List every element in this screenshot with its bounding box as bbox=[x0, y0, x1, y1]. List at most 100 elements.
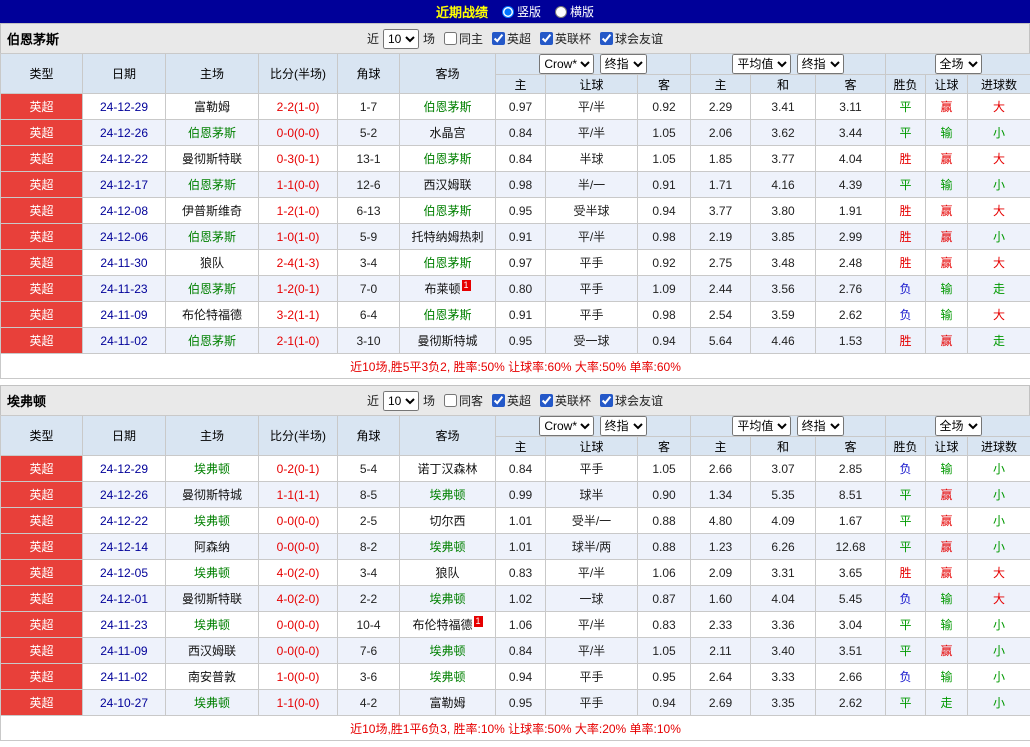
avg-away-cell: 2.62 bbox=[816, 690, 886, 716]
odds-stage-select[interactable]: 终指 bbox=[600, 416, 647, 436]
home-odds-cell: 0.84 bbox=[496, 120, 546, 146]
layout-radio-horizontal[interactable]: 横版 bbox=[555, 3, 594, 20]
avg-home-cell: 2.66 bbox=[691, 456, 751, 482]
league-filter-eflcup-input[interactable] bbox=[540, 394, 553, 407]
period-select[interactable]: 全场 bbox=[935, 54, 982, 74]
red-card-badge: 1 bbox=[474, 616, 483, 627]
goals-result-cell: 小 bbox=[968, 224, 1030, 250]
same-venue-checkbox[interactable]: 同主 bbox=[439, 30, 483, 47]
away-team-cell: 伯恩茅斯 bbox=[400, 198, 496, 224]
result-cell: 平 bbox=[886, 534, 926, 560]
layout-radio-horizontal-input[interactable] bbox=[555, 6, 567, 18]
league-cell: 英超 bbox=[1, 586, 83, 612]
handicap-result-cell: 输 bbox=[926, 302, 968, 328]
home-odds-cell: 0.95 bbox=[496, 198, 546, 224]
recent-count-select[interactable]: 10 bbox=[383, 391, 419, 411]
goals-result-cell: 大 bbox=[968, 198, 1030, 224]
avg-home-cell: 2.69 bbox=[691, 690, 751, 716]
average-select[interactable]: 平均值 bbox=[732, 416, 791, 436]
league-filter-premier-input[interactable] bbox=[492, 32, 505, 45]
col-header-corner: 角球 bbox=[338, 54, 400, 94]
avg-away-cell: 12.68 bbox=[816, 534, 886, 560]
away-team-cell: 水晶宫 bbox=[400, 120, 496, 146]
league-filter-premier-input[interactable] bbox=[492, 394, 505, 407]
away-team-cell: 伯恩茅斯 bbox=[400, 302, 496, 328]
result-cell: 平 bbox=[886, 690, 926, 716]
average-stage-select[interactable]: 终指 bbox=[797, 416, 844, 436]
average-select[interactable]: 平均值 bbox=[732, 54, 791, 74]
corner-cell: 3-4 bbox=[338, 250, 400, 276]
period-select[interactable]: 全场 bbox=[935, 416, 982, 436]
table-row: 英超24-12-08伊普斯维奇1-2(1-0)6-13伯恩茅斯0.95受半球0.… bbox=[1, 198, 1030, 224]
goals-result-cell: 大 bbox=[968, 250, 1030, 276]
avg-home-cell: 2.54 bbox=[691, 302, 751, 328]
col-header-home: 主场 bbox=[166, 54, 259, 94]
col-subheader-avg-away: 客 bbox=[816, 75, 886, 94]
handicap-result-cell: 赢 bbox=[926, 534, 968, 560]
league-filter-eflcup[interactable]: 英联杯 bbox=[535, 392, 591, 409]
same-venue-input[interactable] bbox=[444, 394, 457, 407]
away-odds-cell: 1.09 bbox=[638, 276, 691, 302]
layout-radio-vertical[interactable]: 竖版 bbox=[502, 3, 541, 20]
same-venue-input[interactable] bbox=[444, 32, 457, 45]
away-team-cell: 托特纳姆热刺 bbox=[400, 224, 496, 250]
league-filter-friendly-input[interactable] bbox=[600, 394, 613, 407]
odds-stage-select[interactable]: 终指 bbox=[600, 54, 647, 74]
corner-cell: 7-0 bbox=[338, 276, 400, 302]
away-odds-cell: 0.94 bbox=[638, 690, 691, 716]
recent-count-select[interactable]: 10 bbox=[383, 29, 419, 49]
handicap-cell: 平/半 bbox=[546, 612, 638, 638]
away-team-cell: 伯恩茅斯 bbox=[400, 94, 496, 120]
bookmaker-select[interactable]: Crow* bbox=[539, 416, 594, 436]
date-cell: 24-12-14 bbox=[83, 534, 166, 560]
handicap-cell: 半球 bbox=[546, 146, 638, 172]
section-everton: 埃弗顿 近 10 场 同客 英超 英联杯 球会友谊 类型 bbox=[0, 385, 1030, 741]
away-team-cell: 埃弗顿 bbox=[400, 638, 496, 664]
away-odds-cell: 0.83 bbox=[638, 612, 691, 638]
matches-table: 类型 日期 主场 比分(半场) 角球 客场 Crow* 终指 平均值 终指 全场 bbox=[0, 415, 1030, 741]
average-stage-select[interactable]: 终指 bbox=[797, 54, 844, 74]
red-card-badge: 1 bbox=[462, 280, 471, 291]
col-header-score: 比分(半场) bbox=[259, 54, 338, 94]
layout-radio-vertical-input[interactable] bbox=[502, 6, 514, 18]
handicap-cell: 受半球 bbox=[546, 198, 638, 224]
recent-label: 近 bbox=[367, 392, 379, 409]
league-filter-friendly[interactable]: 球会友谊 bbox=[595, 392, 663, 409]
handicap-result-cell: 输 bbox=[926, 586, 968, 612]
league-filter-eflcup[interactable]: 英联杯 bbox=[535, 30, 591, 47]
league-filter-premier[interactable]: 英超 bbox=[487, 392, 531, 409]
same-venue-checkbox[interactable]: 同客 bbox=[439, 392, 483, 409]
date-cell: 24-12-01 bbox=[83, 586, 166, 612]
topbar: 近期战绩 竖版 横版 bbox=[0, 0, 1030, 23]
result-cell: 平 bbox=[886, 94, 926, 120]
handicap-result-cell: 输 bbox=[926, 664, 968, 690]
avg-home-cell: 4.80 bbox=[691, 508, 751, 534]
away-team-cell: 切尔西 bbox=[400, 508, 496, 534]
away-odds-cell: 0.92 bbox=[638, 250, 691, 276]
date-cell: 24-12-17 bbox=[83, 172, 166, 198]
league-filter-friendly[interactable]: 球会友谊 bbox=[595, 30, 663, 47]
summary-text: 近10场,胜1平6负3, 胜率:10% 让球率:50% 大率:20% 单率:10… bbox=[1, 716, 1030, 741]
away-team-cell: 西汉姆联 bbox=[400, 172, 496, 198]
handicap-cell: 球半 bbox=[546, 482, 638, 508]
league-cell: 英超 bbox=[1, 172, 83, 198]
away-odds-cell: 0.88 bbox=[638, 534, 691, 560]
home-odds-cell: 0.84 bbox=[496, 146, 546, 172]
avg-home-cell: 3.77 bbox=[691, 198, 751, 224]
corner-cell: 1-7 bbox=[338, 94, 400, 120]
handicap-result-cell: 赢 bbox=[926, 638, 968, 664]
bookmaker-select[interactable]: Crow* bbox=[539, 54, 594, 74]
home-odds-cell: 0.91 bbox=[496, 302, 546, 328]
home-team-cell: 曼彻斯特联 bbox=[166, 146, 259, 172]
handicap-result-cell: 输 bbox=[926, 456, 968, 482]
col-subheader-avg-away: 客 bbox=[816, 437, 886, 456]
league-cell: 英超 bbox=[1, 224, 83, 250]
away-odds-cell: 0.98 bbox=[638, 224, 691, 250]
away-team-cell: 埃弗顿 bbox=[400, 664, 496, 690]
score-cell: 1-0(1-0) bbox=[259, 224, 338, 250]
league-filter-friendly-input[interactable] bbox=[600, 32, 613, 45]
league-filter-premier[interactable]: 英超 bbox=[487, 30, 531, 47]
table-row: 英超24-12-17伯恩茅斯1-1(0-0)12-6西汉姆联0.98半/一0.9… bbox=[1, 172, 1030, 198]
league-filter-eflcup-input[interactable] bbox=[540, 32, 553, 45]
away-team-cell: 埃弗顿 bbox=[400, 534, 496, 560]
